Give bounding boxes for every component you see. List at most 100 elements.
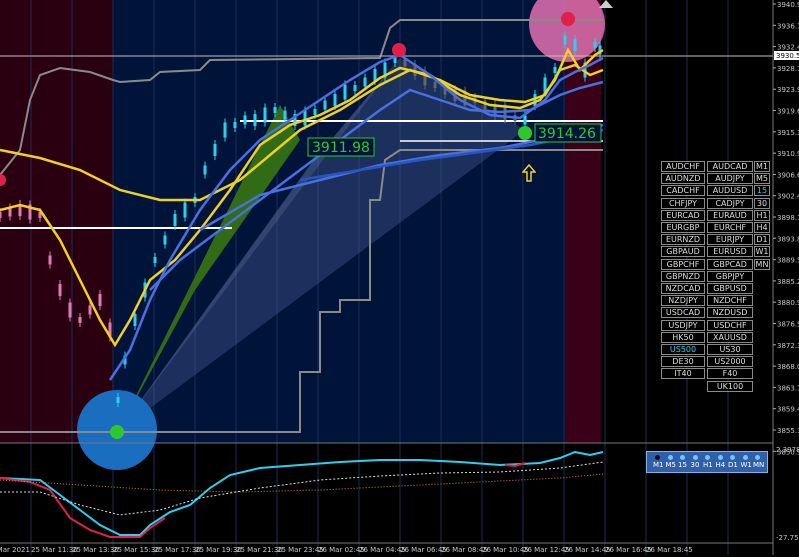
symbol-button-gbpjpy[interactable]: GBPJPY <box>707 270 753 282</box>
tf-strip-d1[interactable]: D1 <box>728 461 738 469</box>
symbol-button-us2000[interactable]: US2000 <box>707 356 753 368</box>
tf-dot-icon[interactable] <box>680 455 685 460</box>
price-label: 3928.10 <box>777 65 799 73</box>
candle-body <box>88 305 92 315</box>
symbol-button-uk100[interactable]: UK100 <box>707 380 753 392</box>
candle-body <box>243 115 247 125</box>
symbol-button-gbpusd[interactable]: GBPUSD <box>707 283 753 294</box>
candle-body <box>223 122 227 138</box>
timeframe-button-w1[interactable]: W1 <box>754 246 770 258</box>
symbol-button-usdcad[interactable]: USDCAD <box>661 307 705 319</box>
time-label: 25 Mar 23:45 <box>277 546 324 554</box>
price-label: 3868.00 <box>777 363 799 371</box>
symbol-button-eurcad[interactable]: EURCAD <box>661 209 705 221</box>
candle-body <box>78 317 82 323</box>
symbol-button-nzdchf[interactable]: NZDCHF <box>707 295 753 307</box>
tf-dot-icon[interactable] <box>655 455 660 460</box>
time-axis: 2 Mar 202125 Mar 11:3025 Mar 13:3025 Mar… <box>0 546 693 554</box>
tf-strip-h4[interactable]: H4 <box>716 461 726 469</box>
timeframe-button-h4[interactable]: H4 <box>754 222 770 233</box>
candle-body <box>363 77 367 87</box>
candle-body <box>593 42 597 48</box>
symbol-button-nzdusd[interactable]: NZDUSD <box>707 307 753 319</box>
timeframe-button-d1[interactable]: D1 <box>754 234 770 246</box>
symbol-button-audusd[interactable]: AUDUSD <box>707 185 753 197</box>
timeframe-button-h1[interactable]: H1 <box>754 209 770 221</box>
symbol-button-eurusd[interactable]: EURUSD <box>707 246 753 258</box>
symbol-button-cadchf[interactable]: CADCHF <box>661 185 705 197</box>
candle-body <box>183 202 187 218</box>
symbol-button-xauusd[interactable]: XAUUSD <box>707 331 753 343</box>
tf-strip-m1[interactable]: M1 <box>653 461 664 469</box>
timeframe-button-mn[interactable]: MN <box>754 258 770 270</box>
candle-body <box>253 114 257 126</box>
price-label: 3889.50 <box>777 257 799 265</box>
candle-body <box>58 284 62 296</box>
symbol-button-cadjpy[interactable]: CADJPY <box>707 197 753 209</box>
price-label: 3893.80 <box>777 235 799 243</box>
timeframe-button-m1[interactable]: M1 <box>754 161 770 172</box>
symbol-button-audcad[interactable]: AUDCAD <box>707 161 753 172</box>
price-label: 3880.90 <box>777 299 799 307</box>
symbol-button-eurchf[interactable]: EURCHF <box>707 222 753 233</box>
symbol-button-eurjpy[interactable]: EURJPY <box>707 234 753 246</box>
symbol-button-f40[interactable]: F40 <box>707 368 753 380</box>
candle-body <box>273 107 277 113</box>
symbol-button-us30[interactable]: US30 <box>707 344 753 355</box>
symbol-button-eurgbp[interactable]: EURGBP <box>661 222 705 233</box>
timeframe-button-30[interactable]: 30 <box>754 197 770 209</box>
tf-strip-m5[interactable]: M5 <box>666 461 677 469</box>
tf-strip-mn[interactable]: MN <box>753 461 764 469</box>
time-label: 26 Mar 18:45 <box>646 546 693 554</box>
symbol-button-usdjpy[interactable]: USDJPY <box>661 319 705 331</box>
current-price-label: 3930.50 <box>776 52 799 60</box>
symbol-button-gbpchf[interactable]: GBPCHF <box>661 258 705 270</box>
price-label: 3936.70 <box>777 22 799 30</box>
candle-body <box>573 39 577 51</box>
price-label: 3906.60 <box>777 171 799 179</box>
level-label-right: 3914.26 <box>538 126 596 142</box>
symbol-button-usdchf[interactable]: USDCHF <box>707 319 753 331</box>
symbol-button-audjpy[interactable]: AUDJPY <box>707 173 753 185</box>
timeframe-button-15[interactable]: 15 <box>754 185 770 197</box>
symbol-button-euraud[interactable]: EURAUD <box>707 209 753 221</box>
tf-dot-icon[interactable] <box>705 455 710 460</box>
symbol-button-gbpaud[interactable]: GBPAUD <box>661 246 705 258</box>
symbol-button-de30[interactable]: DE30 <box>661 356 705 368</box>
time-label: 26 Mar 14:45 <box>564 546 611 554</box>
price-label: 3863.70 <box>777 384 799 392</box>
tf-dot-icon[interactable] <box>742 455 748 460</box>
symbol-button-us500[interactable]: US500 <box>661 344 705 355</box>
candle-body <box>116 397 120 403</box>
candle-body <box>323 100 327 110</box>
tf-strip-h1[interactable]: H1 <box>703 461 713 469</box>
symbol-button-audchf[interactable]: AUDCHF <box>661 161 705 172</box>
symbol-button-nzdjpy[interactable]: NZDJPY <box>661 295 705 307</box>
price-label: 3855.10 <box>777 427 799 435</box>
time-label: 25 Mar 15:30 <box>113 546 160 554</box>
tf-dot-icon[interactable] <box>730 455 735 460</box>
candle-body <box>0 212 2 218</box>
symbol-button-gbpcad[interactable]: GBPCAD <box>707 258 753 270</box>
symbol-button-audnzd[interactable]: AUDNZD <box>661 173 705 185</box>
time-label: 26 Mar 16:45 <box>605 546 652 554</box>
time-label: 25 Mar 19:30 <box>195 546 242 554</box>
tf-strip-15[interactable]: 15 <box>678 461 687 469</box>
symbol-button-it40[interactable]: IT40 <box>661 368 705 380</box>
tf-dot-icon[interactable] <box>692 455 698 460</box>
symbol-button-chfjpy[interactable]: CHFJPY <box>661 197 705 209</box>
timeframe-button-m5[interactable]: M5 <box>754 173 770 185</box>
symbol-button-gbpnzd[interactable]: GBPNZD <box>661 270 705 282</box>
candle-body <box>313 109 317 115</box>
price-label: 3885.20 <box>777 278 799 286</box>
tf-dot-icon[interactable] <box>717 455 723 460</box>
time-label: 25 Mar 17:30 <box>154 546 201 554</box>
symbol-button-eurnzd[interactable]: EURNZD <box>661 234 705 246</box>
tf-strip-w1[interactable]: W1 <box>741 461 752 469</box>
symbol-button-nzdcad[interactable]: NZDCAD <box>661 283 705 294</box>
symbol-button-hk50[interactable]: HK50 <box>661 331 705 343</box>
tf-dot-icon[interactable] <box>667 455 673 460</box>
candle-body <box>563 35 567 45</box>
tf-strip-30[interactable]: 30 <box>691 461 700 469</box>
tf-dot-icon[interactable] <box>755 455 760 460</box>
